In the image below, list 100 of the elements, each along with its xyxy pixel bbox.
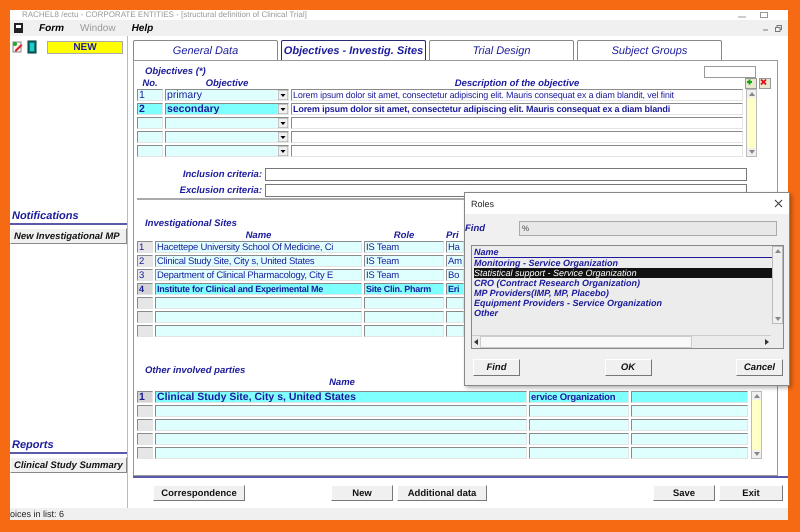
table-cell[interactable] bbox=[137, 405, 153, 417]
table-cell[interactable] bbox=[155, 311, 362, 323]
list-item[interactable]: Other bbox=[474, 308, 772, 318]
list-box[interactable]: Name Monitoring - Service Organization Statistical support - Service Organization CRO (Contract Research Organization) MP Providers(IMP, MP, Placebo) Equipment Providers - Service Organization Other bbox=[471, 245, 784, 349]
tab[interactable]: General Data bbox=[133, 40, 278, 60]
table-cell[interactable]: Department of Clinical Pharmacology, City E bbox=[155, 269, 362, 281]
table-cell[interactable]: 3 bbox=[137, 269, 153, 281]
table-cell[interactable] bbox=[529, 447, 629, 459]
table-cell[interactable] bbox=[137, 447, 153, 459]
pencil-icon[interactable] bbox=[12, 41, 23, 53]
table-cell[interactable]: ervice Organization bbox=[529, 391, 629, 403]
table-cell[interactable]: 1 bbox=[137, 89, 163, 101]
table-cell[interactable] bbox=[165, 117, 289, 129]
table-cell[interactable] bbox=[364, 311, 444, 323]
input-field[interactable] bbox=[704, 66, 756, 78]
table-cell[interactable]: 1 bbox=[137, 241, 153, 253]
table-cell[interactable]: 1 bbox=[137, 391, 153, 403]
table-cell[interactable]: Eri bbox=[446, 283, 464, 295]
table-cell[interactable]: IS Team bbox=[364, 269, 444, 281]
table-cell[interactable]: primary bbox=[165, 89, 289, 101]
table-cell[interactable] bbox=[291, 117, 743, 129]
action-button[interactable]: New bbox=[331, 485, 393, 502]
table-cell[interactable] bbox=[446, 297, 464, 309]
table-cell[interactable] bbox=[137, 311, 153, 323]
table-cell[interactable]: IS Team bbox=[364, 241, 444, 253]
scroll-right-icon[interactable] bbox=[763, 337, 771, 347]
list-item[interactable]: MP Providers(IMP, MP, Placebo) bbox=[474, 288, 772, 298]
tab[interactable]: Objectives - Investig. Sites bbox=[281, 40, 426, 60]
caret-icon[interactable] bbox=[278, 90, 288, 100]
table-cell[interactable] bbox=[137, 131, 163, 143]
delete-row-icon[interactable] bbox=[759, 78, 771, 89]
scrollbar[interactable] bbox=[746, 89, 757, 157]
table-cell[interactable]: IS Team bbox=[364, 255, 444, 267]
table-cell[interactable] bbox=[291, 131, 743, 143]
dialog-button[interactable]: OK bbox=[604, 359, 652, 376]
caret-icon[interactable] bbox=[278, 146, 288, 156]
caret-icon[interactable] bbox=[278, 104, 288, 114]
table-cell[interactable]: Clinical Study Site, City s, United States bbox=[155, 391, 527, 403]
table-cell[interactable]: Site Clin. Pharm bbox=[364, 283, 444, 295]
table-cell[interactable]: secondary bbox=[165, 103, 289, 115]
table-cell[interactable] bbox=[364, 297, 444, 309]
table-cell[interactable] bbox=[137, 433, 153, 445]
table-cell[interactable] bbox=[631, 391, 748, 403]
maximize-icon[interactable] bbox=[760, 12, 768, 18]
action-button[interactable]: Save bbox=[653, 485, 715, 502]
list-item[interactable]: Statistical support - Service Organization bbox=[474, 268, 772, 278]
table-cell[interactable] bbox=[529, 419, 629, 431]
add-row-icon[interactable] bbox=[745, 78, 757, 89]
table-cell[interactable]: 2 bbox=[137, 103, 163, 115]
table-cell[interactable] bbox=[155, 297, 362, 309]
action-button[interactable]: Correspondence bbox=[153, 485, 245, 502]
table-cell[interactable]: Bo bbox=[446, 269, 464, 281]
tab[interactable]: Subject Groups bbox=[577, 40, 722, 60]
table-cell[interactable]: Lorem ipsum dolor sit amet, consectetur adipiscing elit. Mauris consequat ex a diam blandit, vel finit bbox=[291, 89, 743, 101]
table-cell[interactable] bbox=[446, 311, 464, 323]
table-cell[interactable]: Clinical Study Site, City s, United States bbox=[155, 255, 362, 267]
close-icon[interactable] bbox=[774, 199, 783, 208]
table-cell[interactable]: Hacettepe University School Of Medicine, Ci bbox=[155, 241, 362, 253]
tab[interactable]: Trial Design bbox=[429, 40, 574, 60]
table-cell[interactable]: Ha bbox=[446, 241, 464, 253]
table-cell[interactable] bbox=[165, 145, 289, 157]
table-cell[interactable] bbox=[155, 325, 362, 337]
scroll-down-icon[interactable] bbox=[772, 315, 782, 323]
scrollbar[interactable] bbox=[772, 246, 783, 324]
dialog-button[interactable]: Find bbox=[473, 359, 520, 376]
input-field[interactable] bbox=[265, 168, 747, 180]
table-cell[interactable] bbox=[155, 419, 527, 431]
restore-icon[interactable] bbox=[775, 24, 782, 32]
table-cell[interactable] bbox=[529, 433, 629, 445]
table-cell[interactable] bbox=[137, 117, 163, 129]
table-cell[interactable]: Institute for Clinical and Experimental Me bbox=[155, 283, 362, 295]
table-cell[interactable] bbox=[137, 297, 153, 309]
table-cell[interactable]: Lorem ipsum dolor sit amet, consectetur adipiscing elit. Mauris consequat ex a diam blandi bbox=[291, 103, 743, 115]
table-cell[interactable]: 2 bbox=[137, 255, 153, 267]
table-cell[interactable]: Am bbox=[446, 255, 464, 267]
table-cell[interactable]: 4 bbox=[137, 283, 153, 295]
menu-item[interactable]: Help bbox=[132, 22, 154, 34]
dialog-button[interactable]: Cancel bbox=[736, 359, 783, 376]
scrollbar[interactable] bbox=[472, 335, 771, 348]
scrollbar[interactable] bbox=[751, 391, 762, 459]
caret-icon[interactable] bbox=[278, 132, 288, 142]
table-cell[interactable] bbox=[155, 405, 527, 417]
table-cell[interactable] bbox=[155, 447, 527, 459]
action-button[interactable]: Exit bbox=[719, 485, 783, 502]
list-item[interactable]: CRO (Contract Research Organization) bbox=[474, 278, 772, 288]
door-icon[interactable] bbox=[27, 40, 37, 54]
input-field[interactable]: % bbox=[519, 220, 777, 236]
table-cell[interactable] bbox=[165, 131, 289, 143]
table-cell[interactable] bbox=[155, 433, 527, 445]
sidebar-button[interactable]: Clinical Study Summary bbox=[10, 457, 127, 473]
table-cell[interactable] bbox=[631, 405, 748, 417]
table-cell[interactable] bbox=[137, 419, 153, 431]
menu-item[interactable]: Form bbox=[39, 22, 64, 34]
list-item[interactable]: Equipment Providers - Service Organization bbox=[474, 298, 772, 308]
table-cell[interactable] bbox=[137, 325, 153, 337]
action-button[interactable]: Additional data bbox=[397, 485, 487, 502]
table-cell[interactable] bbox=[631, 419, 748, 431]
table-cell[interactable] bbox=[364, 325, 444, 337]
table-cell[interactable] bbox=[631, 433, 748, 445]
scroll-up-icon[interactable] bbox=[772, 247, 782, 255]
